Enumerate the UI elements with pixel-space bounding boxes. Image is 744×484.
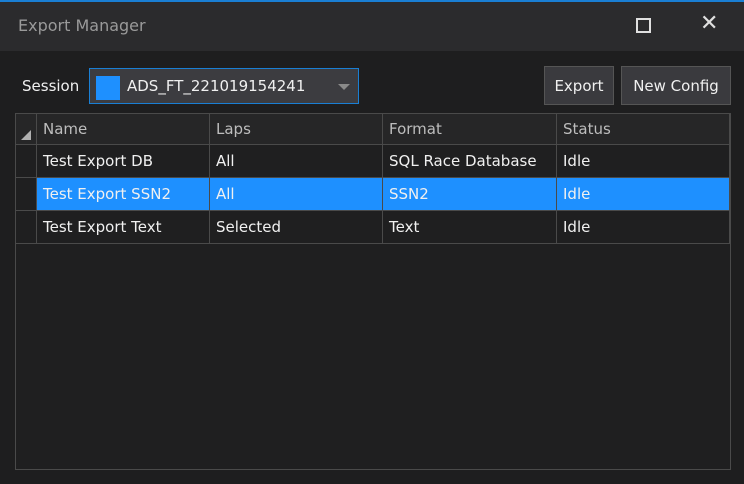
cell-name: Test Export Text [37, 211, 210, 244]
cell-name: Test Export DB [37, 145, 210, 178]
cell-laps: Selected [210, 211, 383, 244]
column-header-status[interactable]: Status [557, 114, 730, 145]
cell-status: Idle [557, 211, 730, 244]
export-button[interactable]: Export [544, 66, 614, 105]
session-label: Session [22, 77, 80, 95]
new-config-button[interactable]: New Config [621, 66, 731, 105]
window-title: Export Manager [18, 16, 146, 35]
row-header[interactable] [16, 178, 37, 211]
session-value: ADS_FT_221019154241 [127, 77, 306, 95]
column-header-format[interactable]: Format [383, 114, 557, 145]
corner-triangle-icon [21, 130, 31, 140]
session-color-swatch [96, 76, 120, 100]
cell-format: SQL Race Database [383, 145, 557, 178]
row-header[interactable] [16, 211, 37, 244]
table-header: Name Laps Format Status [16, 114, 730, 147]
table-row-selected[interactable]: Test Export SSN2 All SSN2 Idle [16, 178, 730, 211]
session-dropdown[interactable]: ADS_FT_221019154241 [89, 68, 359, 104]
exports-table: Name Laps Format Status Test Export DB A… [15, 113, 731, 470]
close-icon[interactable]: ✕ [700, 12, 718, 36]
cell-format: Text [383, 211, 557, 244]
cell-name: Test Export SSN2 [37, 178, 210, 211]
cell-status: Idle [557, 178, 730, 211]
table-row[interactable]: Test Export Text Selected Text Idle [16, 211, 730, 244]
row-header[interactable] [16, 145, 37, 178]
column-header-name[interactable]: Name [37, 114, 210, 145]
cell-laps: All [210, 145, 383, 178]
title-bar: Export Manager ✕ [0, 2, 744, 51]
maximize-icon[interactable] [636, 18, 651, 33]
cell-laps: All [210, 178, 383, 211]
column-header-laps[interactable]: Laps [210, 114, 383, 145]
cell-format: SSN2 [383, 178, 557, 211]
select-all-corner[interactable] [16, 114, 37, 145]
table-row[interactable]: Test Export DB All SQL Race Database Idl… [16, 145, 730, 178]
cell-status: Idle [557, 145, 730, 178]
chevron-down-icon [338, 84, 350, 90]
